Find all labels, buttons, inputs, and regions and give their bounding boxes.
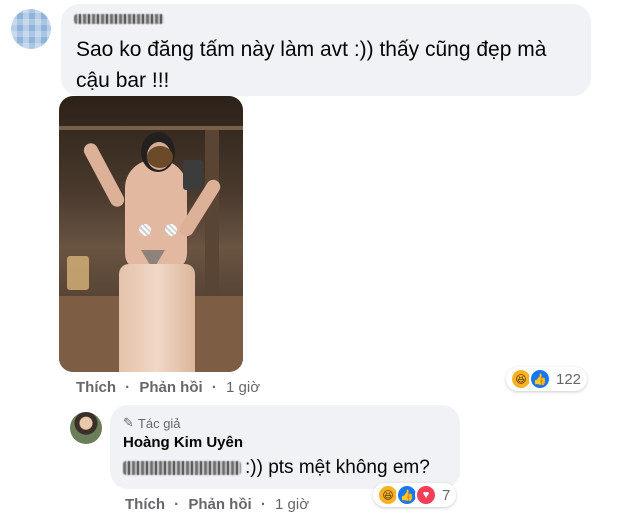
commenter-avatar[interactable]: [11, 9, 51, 49]
reply-author-avatar[interactable]: [70, 412, 102, 444]
reaction-count: 7: [442, 486, 451, 504]
comment-text: Sao ko đăng tấm này làm avt :)) thấy cũn…: [76, 38, 547, 92]
comment-actions: Thích · Phản hồi · 1 giờ: [76, 379, 260, 396]
separator: ·: [260, 496, 266, 513]
photo-phone: [183, 160, 203, 190]
reply-author-name[interactable]: Hoàng Kim Uyên: [123, 434, 243, 451]
reply-link[interactable]: Phản hồi: [139, 379, 202, 396]
poop-emoji-sticker: [147, 146, 173, 168]
reply-text: :)) pts mệt không em?: [245, 457, 430, 478]
photo-lamp: [67, 256, 89, 290]
reply-actions: Thích · Phản hồi · 1 giờ: [125, 496, 309, 513]
censor-dot-right: [165, 224, 177, 236]
like-link[interactable]: Thích: [76, 379, 116, 396]
tagged-name-blurred[interactable]: [123, 460, 241, 475]
separator: ·: [125, 379, 131, 396]
photo-towel-skirt: [119, 264, 195, 372]
separator: ·: [174, 496, 180, 513]
reply-reaction-summary[interactable]: 😆 👍 ♥ 7: [373, 483, 457, 507]
reaction-summary[interactable]: 😆 👍 122: [506, 367, 588, 391]
timestamp[interactable]: 1 giờ: [275, 496, 309, 513]
pencil-icon: ✎: [123, 415, 134, 430]
photo-arm-left: [81, 140, 127, 210]
like-icon: 👍: [529, 368, 551, 390]
commenter-name-blurred[interactable]: [74, 14, 164, 24]
author-badge-label: Tác giả: [137, 415, 181, 431]
comment-photo[interactable]: [59, 96, 243, 372]
reaction-count: 122: [556, 370, 582, 388]
censor-dot-left: [139, 224, 151, 236]
reply-text-row: :)) pts mệt không em?: [123, 457, 430, 479]
like-link[interactable]: Thích: [125, 496, 165, 513]
reply-link[interactable]: Phản hồi: [188, 496, 251, 513]
timestamp[interactable]: 1 giờ: [226, 379, 260, 396]
separator: ·: [211, 379, 217, 396]
author-badge: ✎ Tác giả: [123, 415, 181, 431]
love-icon: ♥: [415, 484, 437, 506]
